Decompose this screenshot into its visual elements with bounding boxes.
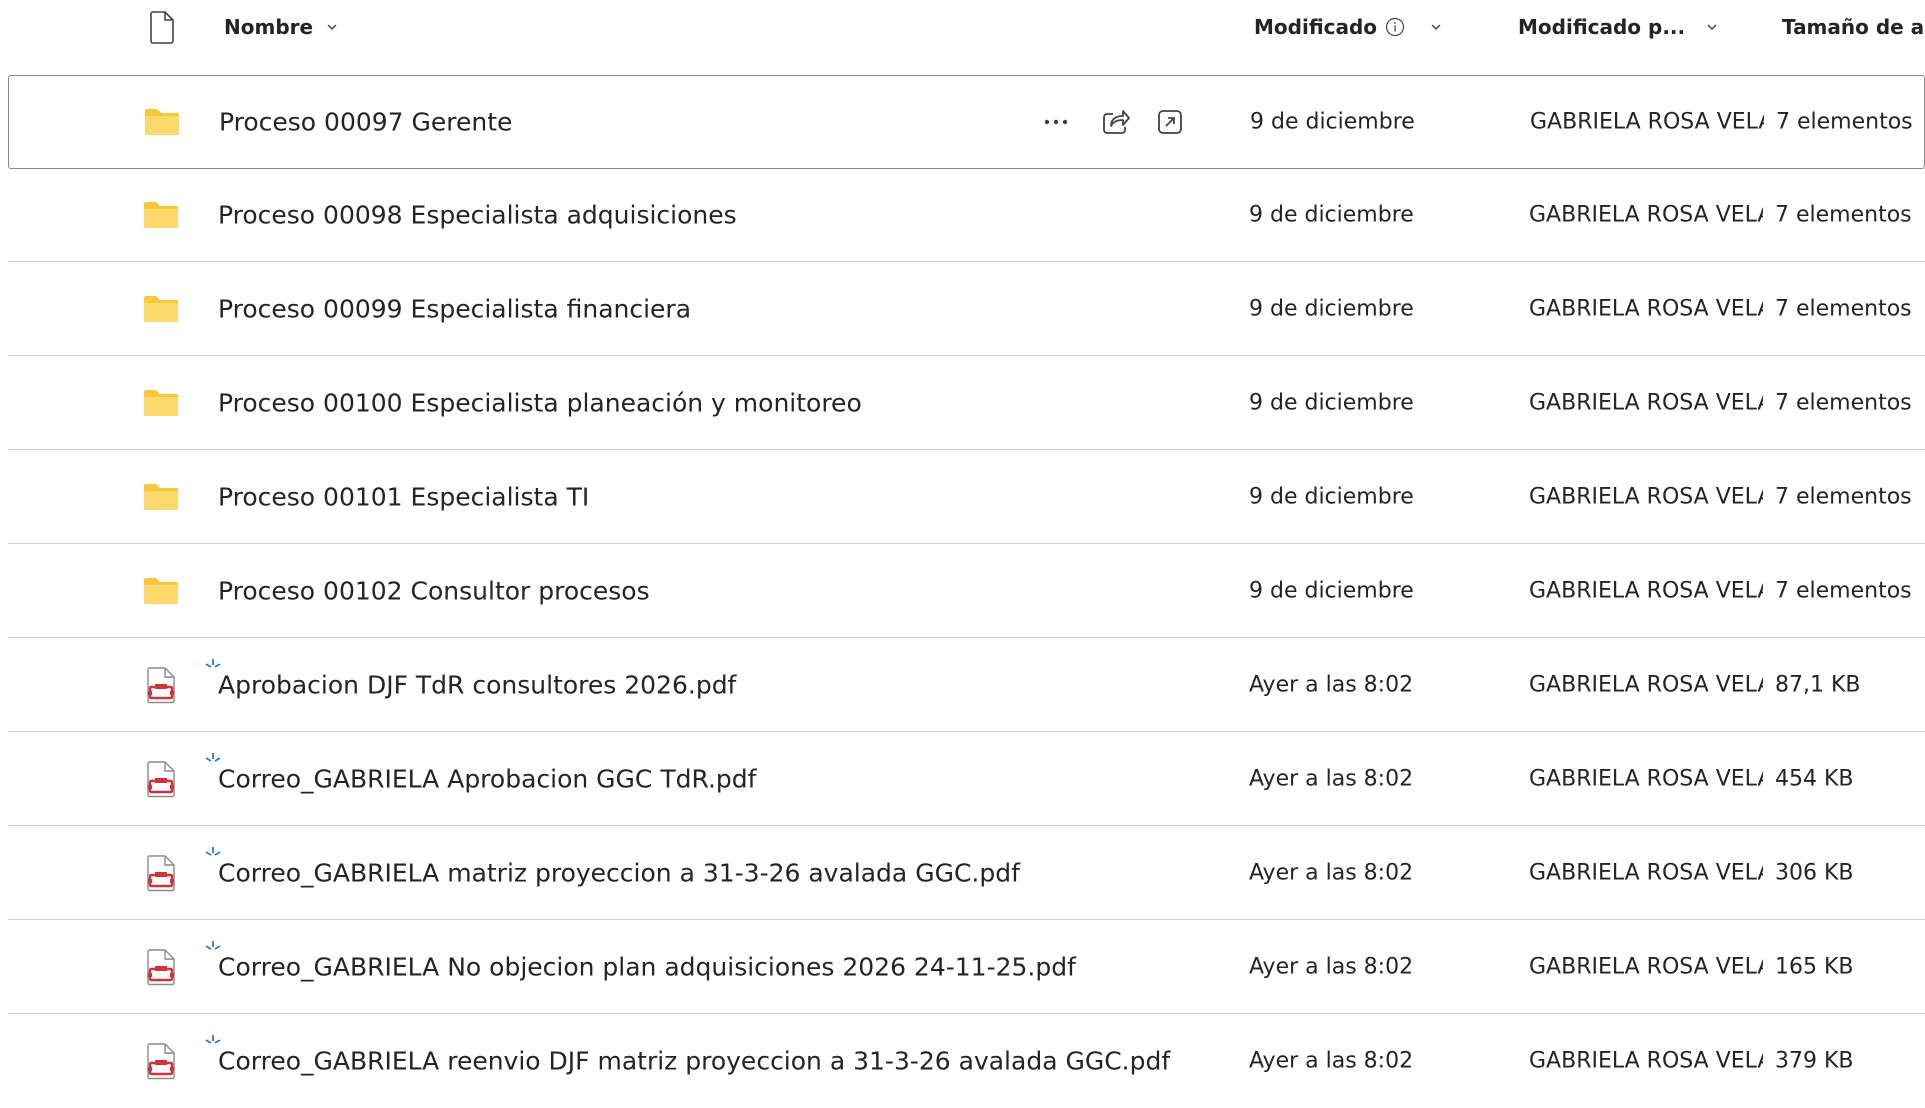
file-size: 306 KB xyxy=(1775,860,1854,885)
modified-by: GABRIELA ROSA VELASCO xyxy=(1529,766,1763,791)
file-size: 7 elementos xyxy=(1775,202,1912,227)
column-header-row: Nombre Modificado Modificado p... Tamaño… xyxy=(0,0,1925,54)
modified-date: 9 de diciembre xyxy=(1249,578,1414,603)
modified-by: GABRIELA ROSA VELASCO xyxy=(1529,1048,1763,1074)
chevron-down-icon xyxy=(1705,20,1719,34)
modified-date: Ayer a las 8:02 xyxy=(1249,672,1414,697)
modified-by-column-label: Modificado p... xyxy=(1518,15,1686,39)
modified-by: GABRIELA ROSA VELASCO xyxy=(1529,954,1763,979)
pdf-file-icon xyxy=(142,760,180,798)
list-row[interactable]: Correo_GABRIELA matriz proyeccion a 31-3… xyxy=(8,826,1925,920)
file-name-link[interactable]: Correo_GABRIELA Aprobacion GGC TdR.pdf xyxy=(218,764,756,793)
more-actions-icon[interactable] xyxy=(1039,105,1073,139)
list-row[interactable]: Correo_GABRIELA Aprobacion GGC TdR.pdf A… xyxy=(8,732,1925,826)
folder-icon xyxy=(142,290,180,328)
list-row[interactable]: Correo_GABRIELA No objecion plan adquisi… xyxy=(8,920,1925,1014)
file-name-link[interactable]: Correo_GABRIELA reenvio DJF matriz proye… xyxy=(218,1047,1170,1076)
file-name-link[interactable]: Proceso 00102 Consultor procesos xyxy=(218,576,650,605)
info-icon[interactable] xyxy=(1385,17,1405,37)
list-row[interactable]: Proceso 00102 Consultor procesos 9 de di… xyxy=(8,544,1925,638)
file-size: 379 KB xyxy=(1775,1048,1854,1074)
modified-date: Ayer a las 8:02 xyxy=(1249,860,1414,885)
share-icon[interactable] xyxy=(1099,105,1133,139)
modified-by: GABRIELA ROSA VELASCO xyxy=(1529,860,1763,885)
file-type-icon xyxy=(150,11,174,44)
modified-date: Ayer a las 8:02 xyxy=(1249,954,1414,979)
name-column-header[interactable]: Nombre xyxy=(224,13,424,41)
size-column-label: Tamaño de a xyxy=(1782,15,1925,39)
list-row[interactable]: Proceso 00097 Gerente 9 de diciembre GAB… xyxy=(8,75,1925,169)
file-size: 7 elementos xyxy=(1775,484,1912,509)
file-name-link[interactable]: Proceso 00100 Especialista planeación y … xyxy=(218,388,862,417)
open-in-new-icon[interactable] xyxy=(1153,105,1187,139)
pdf-file-icon xyxy=(142,948,180,986)
file-size: 7 elementos xyxy=(1775,578,1912,603)
file-size: 165 KB xyxy=(1775,954,1854,979)
modified-date: Ayer a las 8:02 xyxy=(1249,1048,1414,1074)
modified-date: 9 de diciembre xyxy=(1249,484,1414,509)
file-size: 7 elementos xyxy=(1775,296,1912,321)
modified-date: 9 de diciembre xyxy=(1250,109,1415,135)
name-column-label: Nombre xyxy=(224,15,314,39)
folder-icon xyxy=(142,572,180,610)
file-size: 7 elementos xyxy=(1776,109,1913,135)
modified-by: GABRIELA ROSA VELASCO xyxy=(1530,109,1764,135)
list-row[interactable]: Proceso 00101 Especialista TI 9 de dicie… xyxy=(8,450,1925,544)
file-name-link[interactable]: Proceso 00099 Especialista financiera xyxy=(218,294,691,323)
modified-by: GABRIELA ROSA VELASCO xyxy=(1529,296,1763,321)
file-name-link[interactable]: Correo_GABRIELA matriz proyeccion a 31-3… xyxy=(218,858,1020,887)
list-row[interactable]: Proceso 00098 Especialista adquisiciones… xyxy=(8,168,1925,262)
list-row[interactable]: Proceso 00100 Especialista planeación y … xyxy=(8,356,1925,450)
modified-date: 9 de diciembre xyxy=(1249,296,1414,321)
folder-icon xyxy=(142,478,180,516)
modified-column-header[interactable]: Modificado xyxy=(1254,13,1474,41)
list-row[interactable]: Correo_GABRIELA reenvio DJF matriz proye… xyxy=(8,1014,1925,1108)
folder-icon xyxy=(142,384,180,422)
file-type-column-header[interactable] xyxy=(148,10,176,44)
modified-by-column-header[interactable]: Modificado p... xyxy=(1518,13,1738,41)
list-row[interactable]: Proceso 00099 Especialista financiera 9 … xyxy=(8,262,1925,356)
modified-date: Ayer a las 8:02 xyxy=(1249,766,1414,791)
chevron-down-icon xyxy=(325,20,339,34)
file-name-link[interactable]: Correo_GABRIELA No objecion plan adquisi… xyxy=(218,952,1076,981)
file-name-link[interactable]: Aprobacion DJF TdR consultores 2026.pdf xyxy=(218,670,736,699)
modified-by: GABRIELA ROSA VELASCO xyxy=(1529,390,1763,415)
folder-icon xyxy=(142,196,180,234)
file-name-link[interactable]: Proceso 00098 Especialista adquisiciones xyxy=(218,200,737,229)
file-size: 454 KB xyxy=(1775,766,1854,791)
modified-by: GABRIELA ROSA VELASCO xyxy=(1529,578,1763,603)
file-name-link[interactable]: Proceso 00101 Especialista TI xyxy=(218,482,589,511)
file-size: 87,1 KB xyxy=(1775,672,1861,697)
pdf-file-icon xyxy=(142,666,180,704)
modified-column-label: Modificado xyxy=(1254,15,1378,39)
file-name-link[interactable]: Proceso 00097 Gerente xyxy=(219,108,512,137)
modified-date: 9 de diciembre xyxy=(1249,202,1414,227)
modified-by: GABRIELA ROSA VELASCO xyxy=(1529,484,1763,509)
modified-by: GABRIELA ROSA VELASCO xyxy=(1529,202,1763,227)
file-size: 7 elementos xyxy=(1775,390,1912,415)
pdf-file-icon xyxy=(142,1042,180,1080)
folder-icon xyxy=(143,103,181,141)
list-row[interactable]: Aprobacion DJF TdR consultores 2026.pdf … xyxy=(8,638,1925,732)
chevron-down-icon xyxy=(1429,20,1443,34)
modified-date: 9 de diciembre xyxy=(1249,390,1414,415)
row-actions xyxy=(1039,105,1219,139)
size-column-header[interactable]: Tamaño de a xyxy=(1782,13,1925,41)
pdf-file-icon xyxy=(142,854,180,892)
modified-by: GABRIELA ROSA VELASCO xyxy=(1529,672,1763,697)
